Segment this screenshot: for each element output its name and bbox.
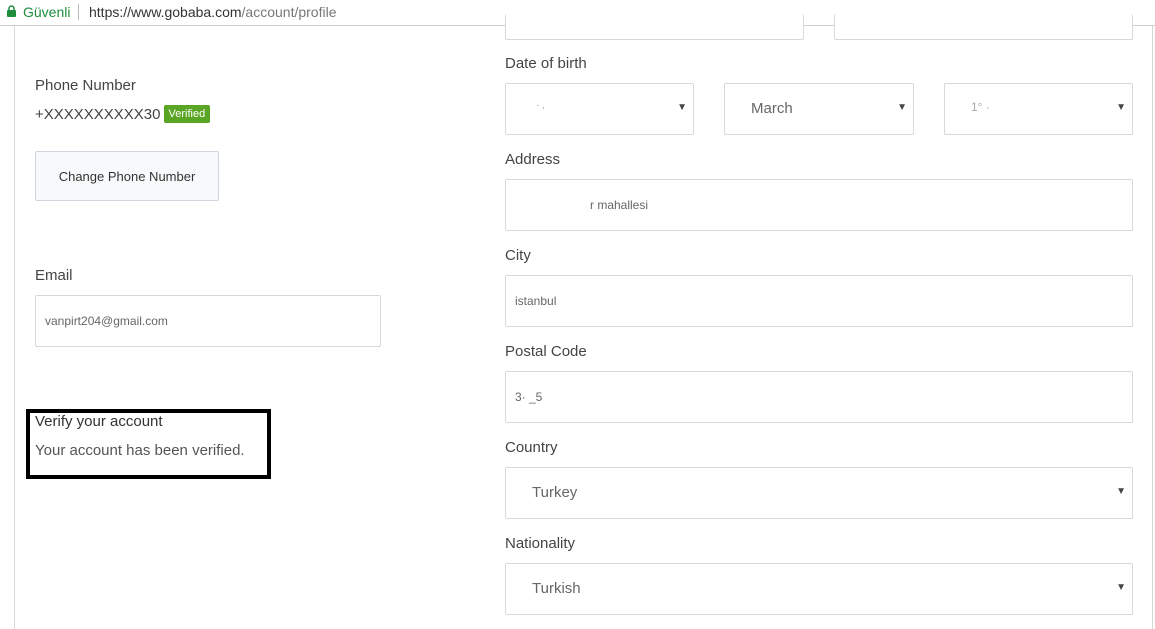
chevron-down-icon: ▼ xyxy=(1116,486,1126,497)
verify-account-title: Verify your account xyxy=(35,413,163,430)
country-label: Country xyxy=(505,439,558,456)
chevron-down-icon: ▼ xyxy=(1116,582,1126,593)
address-separator xyxy=(78,4,79,20)
address-input[interactable]: r mahallesi xyxy=(505,179,1133,231)
chevron-down-icon: ▼ xyxy=(677,102,687,113)
first-name-input[interactable] xyxy=(505,14,804,40)
url-field[interactable]: https://www.gobaba.com/account/profile xyxy=(89,4,336,20)
address-label: Address xyxy=(505,151,561,168)
verified-badge: Verified xyxy=(163,105,211,123)
postal-code-value: 3· _5 xyxy=(515,390,543,404)
nationality-select[interactable]: Turkish ▼ xyxy=(505,563,1133,615)
last-name-input[interactable] xyxy=(834,14,1133,40)
country-value: Turkey xyxy=(532,484,578,501)
lock-icon xyxy=(7,5,16,17)
verify-account-message: Your account has been verified. xyxy=(35,442,245,459)
dob-year-value: 1° · xyxy=(971,100,990,114)
email-field[interactable]: vanpirt204@gmail.com xyxy=(35,295,381,347)
city-value: istanbul xyxy=(515,294,557,308)
dob-day-select[interactable]: · , ▼ xyxy=(505,83,694,135)
date-of-birth-label: Date of birth xyxy=(505,55,587,72)
dob-month-select[interactable]: March ▼ xyxy=(724,83,914,135)
postal-code-input[interactable]: 3· _5 xyxy=(505,371,1133,423)
nationality-value: Turkish xyxy=(532,580,581,597)
dob-year-select[interactable]: 1° · ▼ xyxy=(944,83,1133,135)
city-input[interactable]: istanbul xyxy=(505,275,1133,327)
phone-number-value: +XXXXXXXXXX30 xyxy=(35,105,161,123)
secure-label: Güvenli xyxy=(23,4,71,20)
url-prefix: https://www.gobaba.com xyxy=(89,4,242,20)
city-label: City xyxy=(505,247,531,264)
email-value: vanpirt204@gmail.com xyxy=(45,314,168,328)
chevron-down-icon: ▼ xyxy=(897,102,907,113)
url-path: /account/profile xyxy=(241,4,337,20)
dob-month-value: March xyxy=(751,100,793,117)
address-value: r mahallesi xyxy=(590,198,649,212)
chevron-down-icon: ▼ xyxy=(1116,102,1126,113)
phone-number-label: Phone Number xyxy=(35,77,136,94)
change-phone-number-button[interactable]: Change Phone Number xyxy=(35,151,219,201)
postal-code-label: Postal Code xyxy=(505,343,587,360)
page-frame-right xyxy=(1152,26,1153,629)
dob-day-value: · , xyxy=(536,100,545,111)
country-select[interactable]: Turkey ▼ xyxy=(505,467,1133,519)
email-label: Email xyxy=(35,267,73,284)
phone-number-row: +XXXXXXXXXX30 Verified xyxy=(35,105,211,123)
nationality-label: Nationality xyxy=(505,535,576,552)
page-frame-left xyxy=(14,26,15,629)
